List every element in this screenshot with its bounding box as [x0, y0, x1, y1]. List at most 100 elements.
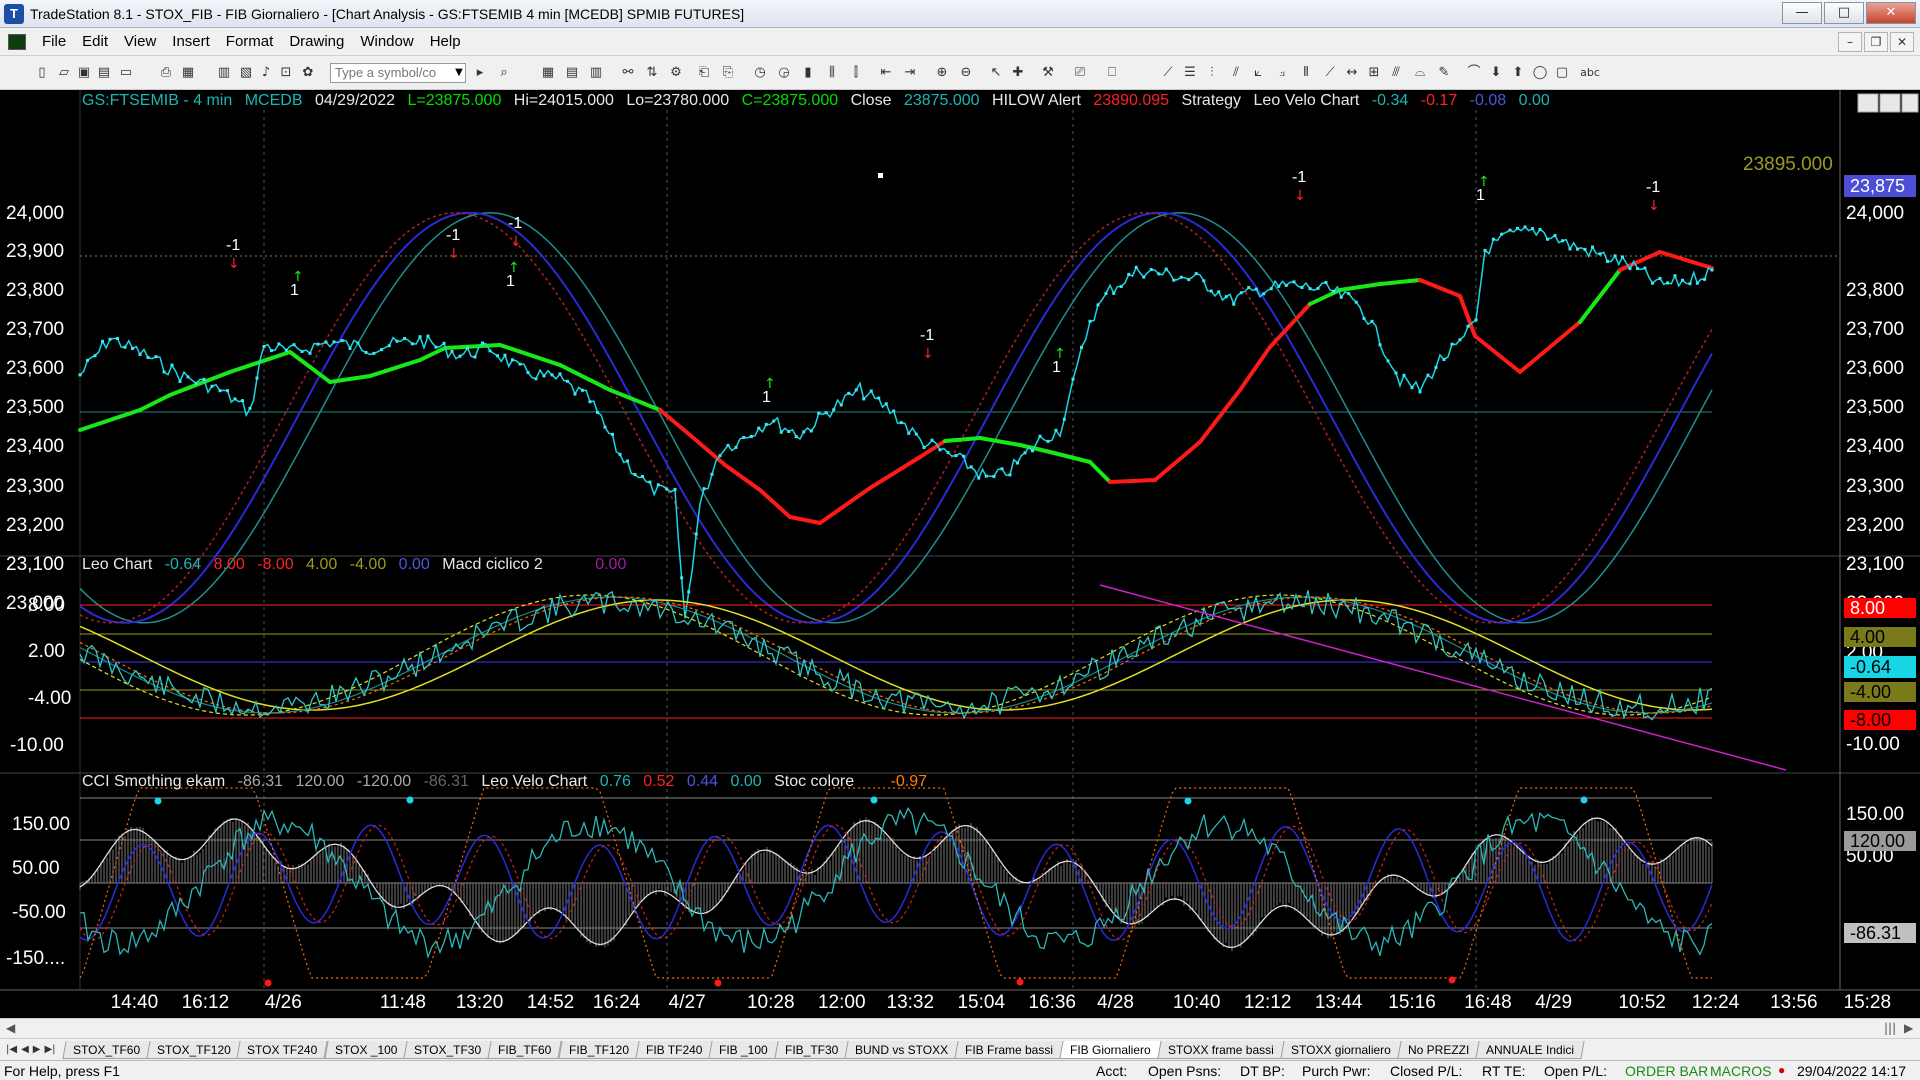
interval-icon[interactable]: ◶ [776, 65, 792, 81]
mdi-close-button[interactable]: ✕ [1890, 32, 1914, 52]
symbol-input[interactable]: Type a symbol/co [330, 63, 466, 83]
tab-stoxx-frame-bassi[interactable]: STOXX frame bassi [1157, 1040, 1285, 1059]
retracement-icon[interactable]: ⫶ [1204, 65, 1220, 81]
macros-button[interactable]: MACROS [1710, 1063, 1771, 1079]
tab-fib-frame-bassi[interactable]: FIB Frame bassi [954, 1040, 1065, 1059]
link-icon[interactable]: ⚯ [620, 65, 636, 81]
time-zone-icon[interactable]: ⊞ [1366, 65, 1382, 81]
close-button[interactable]: ✕ [1866, 2, 1916, 24]
vertical-lines-icon[interactable]: ⦀ [1298, 65, 1314, 81]
tab-fib-tf30[interactable]: FIB_TF30 [774, 1040, 849, 1059]
rectangle-icon[interactable]: ▢ [1554, 65, 1570, 81]
print-preview-icon[interactable]: ▦ [180, 65, 196, 81]
menu-help[interactable]: Help [422, 33, 469, 50]
time-icon[interactable]: ◷ [752, 65, 768, 81]
ellipse-icon[interactable]: ◯ [1532, 65, 1548, 81]
scroll-thumb-icon[interactable]: ||| [1884, 1021, 1896, 1035]
parallel-lines-icon[interactable]: ⫻ [1388, 65, 1404, 81]
tab-stox-tf30[interactable]: STOX_TF30 [403, 1040, 492, 1059]
order-bar-button[interactable]: ORDER BAR [1625, 1063, 1708, 1079]
tab-bund-vs-stoxx[interactable]: BUND vs STOXX [844, 1040, 960, 1059]
trendline-icon[interactable]: ⟋ [1160, 65, 1176, 81]
chart-analysis-icon[interactable]: ▦ [540, 65, 556, 81]
insert-indicator-icon[interactable]: ⇅ [644, 65, 660, 81]
folder-icon[interactable]: ▭ [118, 65, 134, 81]
horizontal-lines-icon[interactable]: ☰ [1182, 65, 1198, 81]
strategy-icon[interactable]: ⎗ [696, 65, 712, 81]
mdi-minimize-button[interactable]: – [1838, 32, 1862, 52]
tab-fib-100[interactable]: FIB _100 [708, 1040, 779, 1059]
mdi-restore-button[interactable]: ❐ [1864, 32, 1888, 52]
tab-nav-arrows[interactable]: |◀ ◀ ▶ ▶| [4, 1044, 58, 1055]
regression-icon[interactable]: ⟋ [1322, 65, 1338, 81]
tab-fib-giornaliero[interactable]: FIB Giornaliero [1059, 1040, 1162, 1059]
new-doc-icon[interactable]: ▯ [34, 65, 50, 81]
data-window-icon[interactable]: ⎚ [1072, 65, 1088, 81]
tab-no-prezzi[interactable]: No PREZZI [1397, 1040, 1480, 1059]
candle-icon[interactable]: ⫼ [824, 65, 840, 81]
matrix-icon[interactable]: ▥ [588, 65, 604, 81]
arrow-down-icon[interactable]: ⬇ [1488, 65, 1504, 81]
pen-icon[interactable]: ✎ [1436, 65, 1452, 81]
open-icon[interactable]: ▱ [56, 65, 72, 81]
radarscreen-icon[interactable]: ▤ [564, 65, 580, 81]
apps-icon[interactable]: ✿ [300, 65, 316, 81]
pointer-icon[interactable]: ↖ [988, 65, 1004, 81]
menu-file[interactable]: File [34, 33, 74, 50]
scroll-right-arrow-icon[interactable]: ▶ [1904, 1021, 1913, 1035]
tab-fib-tf60[interactable]: FIB_TF60 [487, 1040, 563, 1059]
menu-insert[interactable]: Insert [164, 33, 218, 50]
symbol-lookup-icon[interactable]: ⌕ [496, 65, 512, 81]
window-tile-icon[interactable]: ▥ [216, 65, 232, 81]
zoom-in-icon[interactable]: ⊕ [934, 65, 950, 81]
options-icon[interactable]: ⎕ [1104, 65, 1120, 81]
scroll-left-arrow-icon[interactable]: ◀ [6, 1021, 15, 1035]
arrow-up-icon[interactable]: ⬆ [1510, 65, 1526, 81]
format-window-icon[interactable]: ⎘ [720, 65, 736, 81]
arrows-icon[interactable]: ↔ [1344, 65, 1360, 81]
format-icon[interactable]: ⚙ [668, 65, 684, 81]
menu-drawing[interactable]: Drawing [281, 33, 352, 50]
bar-chart-icon[interactable]: ▮ [800, 65, 816, 81]
tab-stox-tf240[interactable]: STOX TF240 [236, 1040, 329, 1059]
go-arrow-icon[interactable]: ▸ [472, 65, 488, 81]
chart-window-icon[interactable] [8, 33, 26, 50]
prev-tab-icon[interactable]: ◀ [19, 1044, 31, 1055]
chart-analysis-window[interactable]: -1 ↓ 1 ↑ -1 ↓ -1 ↓ 1 ↑ 1 ↑ -1 ↓ 1 ↑ -1 ↓ 1 ↑ -1 ↓ GS:FTSEMIB … [0, 90, 1920, 1018]
gann-fan-icon[interactable]: ⟀ [1250, 65, 1266, 81]
tools-icon[interactable]: ⚒ [1040, 65, 1056, 81]
bell-icon[interactable]: ♪ [258, 65, 274, 81]
save-icon[interactable]: ▣ [76, 65, 92, 81]
chart-canvas[interactable]: -1↓1↑-1↓-1↓1↑1↑-1↓1↑-1↓ 1↑ -1↓ [0, 90, 1920, 1018]
scroll-right-icon[interactable]: ⇥ [902, 65, 918, 81]
tab-stoxx-giornaliero[interactable]: STOXX giornaliero [1280, 1040, 1402, 1059]
scroll-left-icon[interactable]: ⇤ [878, 65, 894, 81]
tab-stox-100[interactable]: STOX _100 [324, 1040, 408, 1059]
fibonacci-icon[interactable]: ⟓ [1274, 65, 1290, 81]
tab-stox-tf60[interactable]: STOX_TF60 [61, 1040, 151, 1059]
zoom-out-icon[interactable]: ⊖ [958, 65, 974, 81]
crosshair-icon[interactable]: ✚ [1010, 65, 1026, 81]
curve-icon[interactable]: ⌒ [1466, 65, 1482, 81]
lock-icon[interactable]: ⊡ [278, 65, 294, 81]
tab-stox-tf120[interactable]: STOX_TF120 [146, 1040, 242, 1059]
next-tab-icon[interactable]: ▶ [31, 1044, 43, 1055]
horizontal-scrollbar[interactable]: ◀ ||| ▶ [0, 1018, 1920, 1038]
save-all-icon[interactable]: ▤ [96, 65, 112, 81]
speedline-icon[interactable]: ⫽ [1228, 65, 1244, 81]
window-cascade-icon[interactable]: ▧ [238, 65, 254, 81]
arc-icon[interactable]: ⌓ [1412, 65, 1428, 81]
menu-window[interactable]: Window [352, 33, 421, 50]
tab-fib-tf240[interactable]: FIB TF240 [635, 1040, 713, 1059]
maximize-button[interactable]: □ [1824, 2, 1864, 24]
tab-fib-tf120[interactable]: FIB_TF120 [558, 1040, 640, 1059]
print-icon[interactable]: ⎙ [158, 65, 174, 81]
last-tab-icon[interactable]: ▶| [42, 1044, 57, 1055]
minimize-button[interactable]: — [1782, 2, 1822, 24]
symbol-dropdown-icon[interactable]: ▼ [452, 65, 466, 81]
line-chart-icon[interactable]: ⫿ [848, 65, 864, 81]
first-tab-icon[interactable]: |◀ [4, 1044, 19, 1055]
text-icon[interactable]: abc [1578, 65, 1602, 81]
menu-format[interactable]: Format [218, 33, 282, 50]
menu-view[interactable]: View [116, 33, 164, 50]
